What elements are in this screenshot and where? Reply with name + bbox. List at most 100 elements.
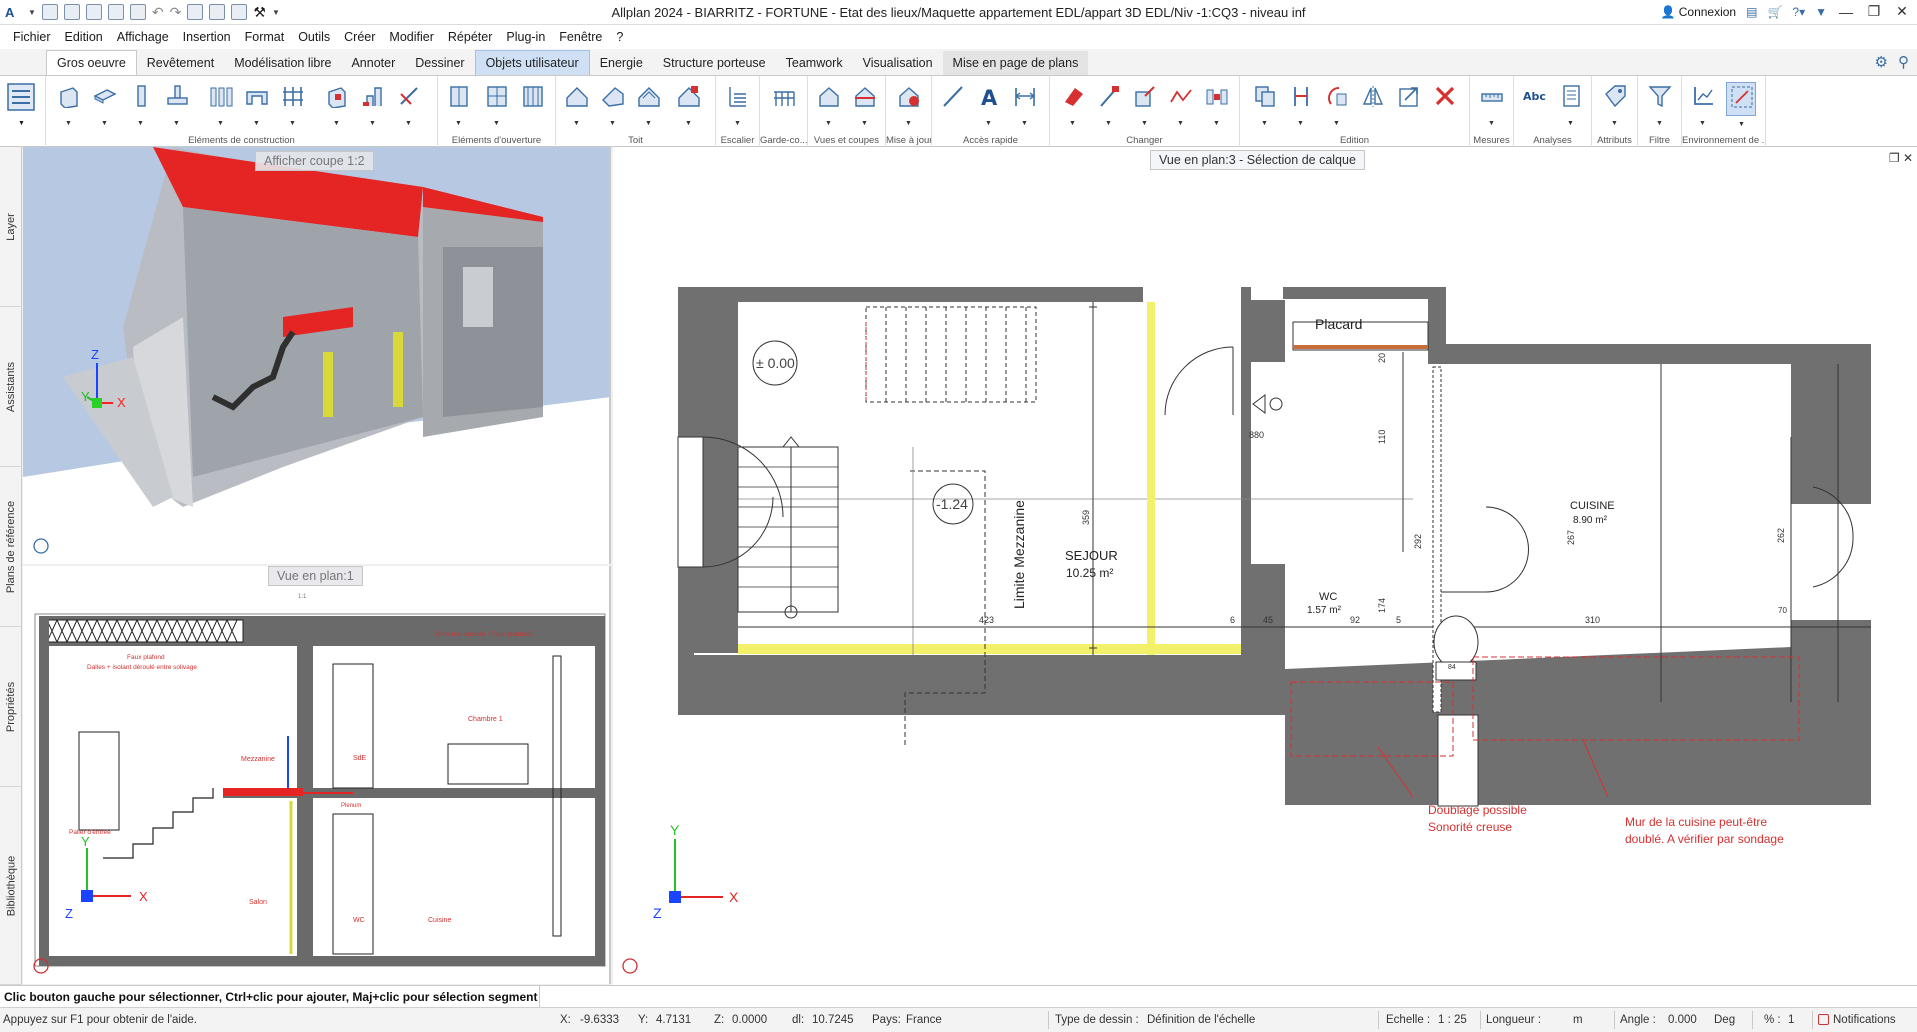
column-tool[interactable]: ▼ [126,82,156,127]
mirror-tool[interactable] [1358,82,1388,116]
save-icon[interactable] [85,4,102,20]
menu-help[interactable]: ? [609,30,630,44]
modify-tool[interactable]: ▼ [394,82,424,127]
polyline-tool[interactable]: ▼ [1166,82,1196,127]
roof-tool[interactable]: ▼ [562,82,592,127]
tools-icon[interactable]: ⚒ [253,4,266,21]
redo-icon[interactable]: ↷ [170,4,182,21]
move-tool[interactable]: ▼ [1286,82,1316,127]
window-icon[interactable] [231,4,248,20]
lintel-tool[interactable]: ▼ [242,82,272,127]
menu-plugin[interactable]: Plug-in [499,30,552,44]
tab-teamwork[interactable]: Teamwork [776,51,853,75]
cart-icon[interactable]: 🛒 [1767,5,1782,19]
split-tool[interactable]: ▼ [1202,82,1232,127]
report-tool[interactable]: ▼ [1556,82,1586,127]
dormer-tool[interactable]: ▼ [634,82,664,127]
angle-value[interactable]: 0.000 [1668,1014,1697,1026]
beam-tool[interactable]: ▼ [206,82,236,127]
delete-tool[interactable] [1430,82,1460,116]
echelle-value[interactable]: 1 : 25 [1438,1014,1467,1026]
height-tool[interactable]: ▼ [358,82,388,127]
side-tab-assistants[interactable]: Assistants [0,307,22,467]
customize-icon[interactable]: ▼ [272,8,280,17]
select-environment-tool[interactable]: ▼ [1726,82,1756,128]
tab-modelisation-libre[interactable]: Modélisation libre [224,51,341,75]
grid-icon[interactable] [63,4,80,20]
type-dessin-value[interactable]: Définition de l'échelle [1147,1014,1255,1026]
viewport-3d[interactable]: Z X Y Afficher coupe 1:2 [23,147,611,564]
tab-mise-en-page[interactable]: Mise en page de plans [942,51,1089,75]
tab-revetement[interactable]: Revêtement [137,51,224,75]
menu-creer[interactable]: Créer [337,30,382,44]
menu-format[interactable]: Format [238,30,292,44]
attributes-tool[interactable]: ▼ [1600,82,1630,127]
chevron-down-icon[interactable]: ▼ [18,120,25,127]
side-tab-layer[interactable]: Layer [0,147,22,307]
license-icon[interactable]: ▤ [1746,5,1757,19]
copy-tool[interactable]: ▼ [1250,82,1280,127]
menu-outils[interactable]: Outils [291,30,337,44]
allplan-logo-icon[interactable]: A [4,4,22,20]
tab-dessiner[interactable]: Dessiner [405,51,474,75]
filter-tool[interactable]: ▼ [1645,82,1675,127]
view-navigation-icon[interactable] [622,958,638,974]
line-tool[interactable] [938,82,968,116]
menu-fichier[interactable]: Fichier [6,30,58,44]
angle-unit[interactable]: Deg [1714,1014,1735,1026]
gear-icon[interactable]: ⚙ [1875,53,1888,71]
stretch-tool[interactable] [1394,82,1424,116]
connexion-button[interactable]: 👤 Connexion [1660,5,1736,19]
footing-tool[interactable]: ▼ [162,82,192,127]
stair-tool[interactable]: ▼ [723,82,753,127]
transfer-tool[interactable]: ▼ [1130,82,1160,127]
notifications-button[interactable]: Notifications [1818,1014,1896,1026]
format-tool[interactable]: ▼ [1058,82,1088,127]
grid-tool[interactable]: ▼ [278,82,308,127]
settings-icon[interactable]: ▼ [1815,5,1827,19]
roof-edit-tool[interactable]: ▼ [674,82,704,127]
measure-tool[interactable]: ▼ [1477,82,1507,127]
brush-tool[interactable]: ▼ [1094,82,1124,127]
environment-tool[interactable]: ▼ [1688,82,1718,127]
view-tool[interactable]: ▼ [814,82,844,127]
viewport-plan-1[interactable]: Vue en plan:1 1:1 Faux plafond Dalles + … [23,566,611,984]
door-opening-tool[interactable]: ▼ [482,82,512,127]
layer-icon[interactable] [187,4,204,20]
roof-plane-tool[interactable]: ▼ [598,82,628,127]
minimize-icon[interactable]: — [1837,4,1855,20]
menu-modifier[interactable]: Modifier [382,30,440,44]
palette-icon[interactable] [6,82,38,114]
undo-icon[interactable]: ↶ [152,4,164,21]
section-tool[interactable]: ▼ [850,82,880,127]
slab-tool[interactable]: ▼ [90,82,120,127]
recess-tool[interactable]: ▼ [322,82,352,127]
close-icon[interactable]: ✕ [1893,3,1911,20]
tab-energie[interactable]: Energie [590,51,653,75]
help-icon[interactable]: ?▾ [1792,5,1805,19]
new-file-icon[interactable] [41,4,58,20]
tab-gros-oeuvre[interactable]: Gros oeuvre [46,50,137,75]
view-icon[interactable] [209,4,226,20]
chevron-down-icon[interactable]: ▼ [28,8,36,17]
restore-icon[interactable]: ❐ [1865,3,1883,20]
longueur-value[interactable]: m [1573,1014,1583,1026]
menu-repeter[interactable]: Répéter [441,30,499,44]
dimension-tool[interactable]: ▼ [1010,82,1040,127]
menu-insertion[interactable]: Insertion [176,30,238,44]
tab-visualisation[interactable]: Visualisation [853,51,943,75]
railing-tool[interactable] [769,82,799,116]
window-opening-tool[interactable]: ▼ [444,82,474,127]
menu-edition[interactable]: Edition [58,30,110,44]
pin-icon[interactable]: ⚲ [1898,53,1909,71]
tab-structure-porteuse[interactable]: Structure porteuse [653,51,776,75]
spellcheck-tool[interactable]: Abc [1520,82,1550,116]
side-tab-plans-reference[interactable]: Plans de référence [0,467,22,627]
update-tool[interactable]: ▼ [894,82,924,127]
tab-objets-utilisateur[interactable]: Objets utilisateur [474,50,590,75]
viewport-plan-3[interactable]: Vue en plan:3 - Sélection de calque ❐ ✕ [613,147,1917,985]
wall-tool[interactable]: ▼ [54,82,84,127]
rotate-tool[interactable]: ▼ [1322,82,1352,127]
tab-annoter[interactable]: Annoter [341,51,405,75]
side-tab-proprietes[interactable]: Propriétés [0,627,22,787]
